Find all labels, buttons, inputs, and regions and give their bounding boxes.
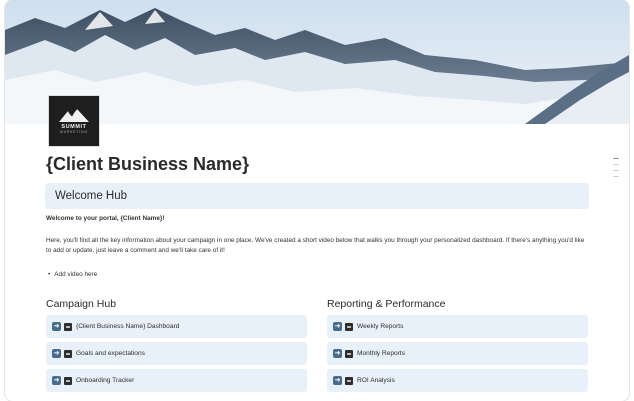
page-icon <box>64 376 72 385</box>
roi-analysis-link[interactable]: ➜ ROI Analysis <box>327 369 588 392</box>
welcome-line[interactable]: Welcome to your portal, {Client Name}! <box>46 214 591 224</box>
onboarding-tracker-link[interactable]: ➜ Onboarding Tracker <box>46 369 307 392</box>
welcome-callout[interactable]: Welcome Hub <box>45 183 589 209</box>
goals-link[interactable]: ➜ Goals and expectations <box>46 342 307 365</box>
card-label: Onboarding Tracker <box>76 377 135 384</box>
monthly-reports-link[interactable]: ➜ Monthly Reports <box>327 342 588 365</box>
page-icon <box>345 349 353 358</box>
card-label: Goals and expectations <box>76 350 145 357</box>
video-bullet[interactable]: Add video here <box>48 271 97 278</box>
card-label: {Client Business Name} Dashboard <box>76 323 180 330</box>
arrow-right-icon: ➜ <box>333 376 342 385</box>
page-title[interactable]: {Client Business Name} <box>46 154 249 175</box>
page-icon <box>64 322 72 331</box>
arrow-right-icon: ➜ <box>52 349 61 358</box>
logo-subtext: MARKETING <box>59 130 88 134</box>
page-icon <box>345 322 353 331</box>
card-label: ROI Analysis <box>357 377 395 384</box>
page-icon <box>345 376 353 385</box>
campaign-dashboard-link[interactable]: ➜ {Client Business Name} Dashboard <box>46 315 307 338</box>
arrow-right-icon: ➜ <box>52 322 61 331</box>
outline-rail[interactable] <box>613 158 619 182</box>
page-frame: SUMMIT MARKETING {Client Business Name} … <box>5 0 629 401</box>
card-label: Weekly Reports <box>357 323 404 330</box>
arrow-right-icon: ➜ <box>333 349 342 358</box>
intro-paragraph[interactable]: Here, you'll find all the key informatio… <box>46 236 591 256</box>
arrow-right-icon: ➜ <box>333 322 342 331</box>
reporting-title: Reporting & Performance <box>327 298 446 310</box>
welcome-heading: Welcome Hub <box>55 190 128 202</box>
campaign-hub-title: Campaign Hub <box>46 298 117 310</box>
weekly-reports-link[interactable]: ➜ Weekly Reports <box>327 315 588 338</box>
company-logo: SUMMIT MARKETING <box>48 95 100 147</box>
page-icon <box>64 349 72 358</box>
arrow-right-icon: ➜ <box>52 376 61 385</box>
mountain-icon <box>59 108 89 122</box>
card-label: Monthly Reports <box>357 350 406 357</box>
